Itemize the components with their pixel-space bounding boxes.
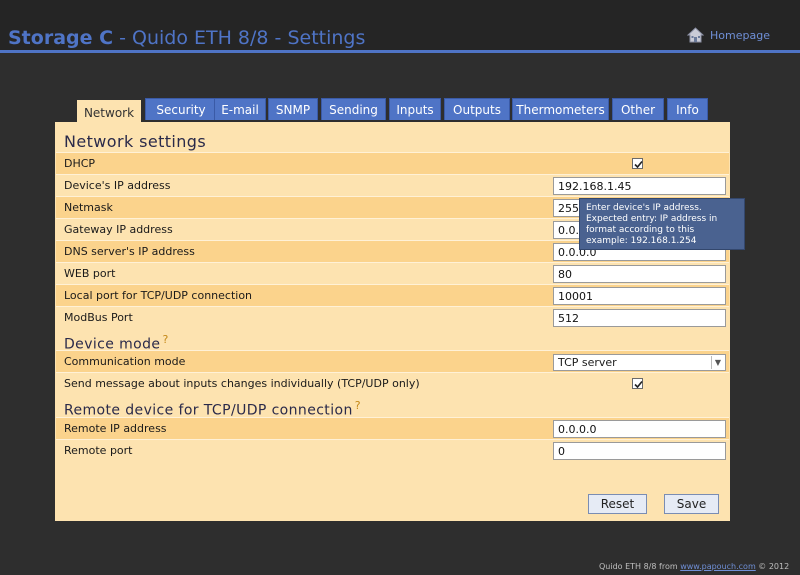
send-individually-checkbox[interactable] — [632, 378, 643, 389]
tab-email[interactable]: E-mail — [214, 98, 266, 120]
tab-outputs[interactable]: Outputs — [444, 98, 510, 120]
page-title: Storage C - Quido ETH 8/8 - Settings — [8, 27, 365, 49]
remote-ip-input[interactable] — [553, 420, 726, 438]
local-port-input[interactable] — [553, 287, 726, 305]
remote-port-input[interactable] — [553, 442, 726, 460]
footer: Quido ETH 8/8 from www.papouch.com © 201… — [599, 562, 789, 571]
device-mode-help-icon[interactable]: ? — [162, 333, 168, 346]
tab-network[interactable]: Network — [77, 100, 141, 122]
tab-other[interactable]: Other — [612, 98, 664, 120]
ip-address-input[interactable] — [553, 177, 726, 195]
local-port-row: Local port for TCP/UDP connection — [56, 284, 729, 306]
remote-device-heading: Remote device for TCP/UDP connection? — [64, 399, 361, 419]
ip-row: Device's IP address — [56, 174, 729, 196]
checkmark-icon — [634, 380, 643, 389]
remote-ip-label: Remote IP address — [64, 422, 167, 435]
web-port-label: WEB port — [64, 267, 116, 280]
remote-ip-row: Remote IP address — [56, 417, 729, 439]
tab-security[interactable]: Security — [145, 98, 217, 120]
dns-label: DNS server's IP address — [64, 245, 195, 258]
settings-panel: Network settings DHCP Device's IP addres… — [55, 122, 730, 521]
papouch-link[interactable]: www.papouch.com — [680, 562, 756, 571]
save-button[interactable]: Save — [664, 494, 719, 514]
comm-mode-label: Communication mode — [64, 355, 186, 368]
send-individually-label: Send message about inputs changes indivi… — [64, 377, 420, 390]
comm-mode-select[interactable]: TCP server ▼ — [553, 354, 726, 371]
dhcp-label: DHCP — [64, 157, 96, 170]
web-port-row: WEB port — [56, 262, 729, 284]
title-rest: - Quido ETH 8/8 - Settings — [113, 27, 366, 49]
remote-port-label: Remote port — [64, 444, 133, 457]
remote-port-row: Remote port — [56, 439, 729, 461]
dhcp-checkbox[interactable] — [632, 158, 643, 169]
chevron-down-icon: ▼ — [711, 356, 724, 369]
ip-help-tooltip: Enter device's IP address. Expected entr… — [579, 198, 745, 250]
comm-mode-value: TCP server — [558, 356, 617, 369]
tab-snmp[interactable]: SNMP — [268, 98, 318, 120]
tab-sending[interactable]: Sending — [321, 98, 386, 120]
send-individually-row: Send message about inputs changes indivi… — [56, 372, 729, 394]
reset-button[interactable]: Reset — [588, 494, 647, 514]
modbus-row: ModBus Port — [56, 306, 729, 328]
comm-mode-row: Communication mode TCP server ▼ — [56, 350, 729, 372]
tab-info[interactable]: Info — [667, 98, 708, 120]
device-name: Storage C — [8, 27, 114, 49]
checkmark-icon — [634, 160, 643, 169]
homepage-label: Homepage — [710, 28, 770, 42]
footer-prefix: Quido ETH 8/8 from — [599, 562, 681, 571]
modbus-label: ModBus Port — [64, 311, 133, 324]
local-port-label: Local port for TCP/UDP connection — [64, 289, 253, 302]
home-icon — [686, 27, 705, 43]
footer-suffix: © 2012 — [755, 562, 790, 571]
remote-help-icon[interactable]: ? — [355, 399, 361, 412]
tab-thermometers[interactable]: Thermometers — [512, 98, 609, 120]
header-bar: Storage C - Quido ETH 8/8 - Settings Hom… — [0, 0, 800, 53]
network-settings-heading: Network settings — [64, 132, 207, 151]
gateway-label: Gateway IP address — [64, 223, 173, 236]
ip-label: Device's IP address — [64, 179, 171, 192]
netmask-label: Netmask — [64, 201, 113, 214]
tab-inputs[interactable]: Inputs — [389, 98, 441, 120]
modbus-port-input[interactable] — [553, 309, 726, 327]
dhcp-row: DHCP — [56, 152, 729, 174]
homepage-link[interactable]: Homepage — [686, 27, 770, 43]
web-port-input[interactable] — [553, 265, 726, 283]
